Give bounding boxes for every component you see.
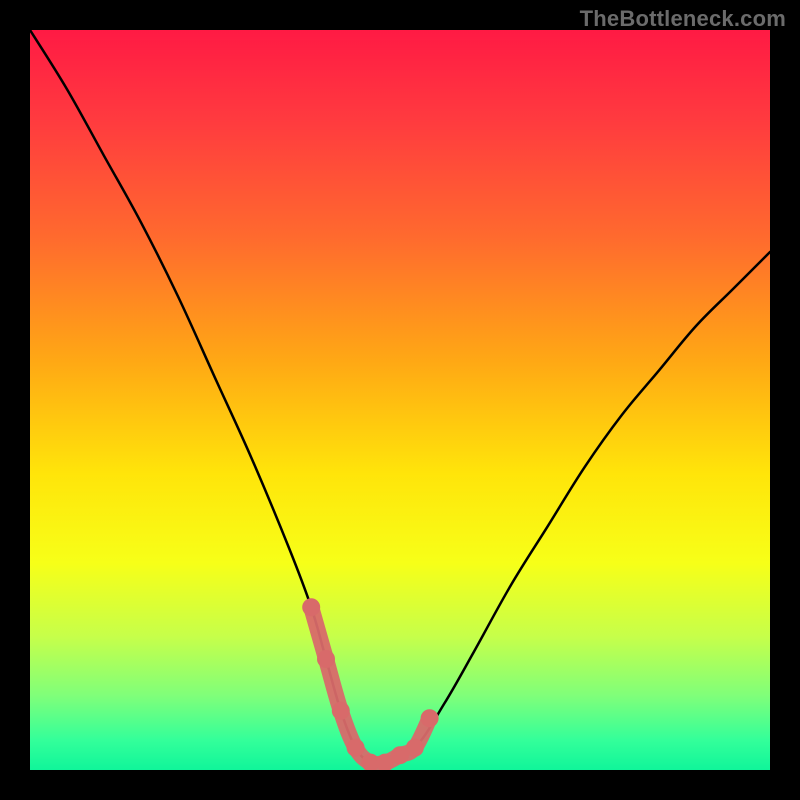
optimal-point: [347, 739, 365, 757]
optimal-point: [302, 598, 320, 616]
fit-curve: [30, 30, 770, 765]
optimal-point: [406, 739, 424, 757]
chart-frame: TheBottleneck.com: [0, 0, 800, 800]
curve-layer: [30, 30, 770, 770]
watermark-text: TheBottleneck.com: [580, 6, 786, 32]
plot-area: [30, 30, 770, 770]
optimal-point: [421, 709, 439, 727]
optimal-point: [332, 702, 350, 720]
optimal-point: [317, 650, 335, 668]
